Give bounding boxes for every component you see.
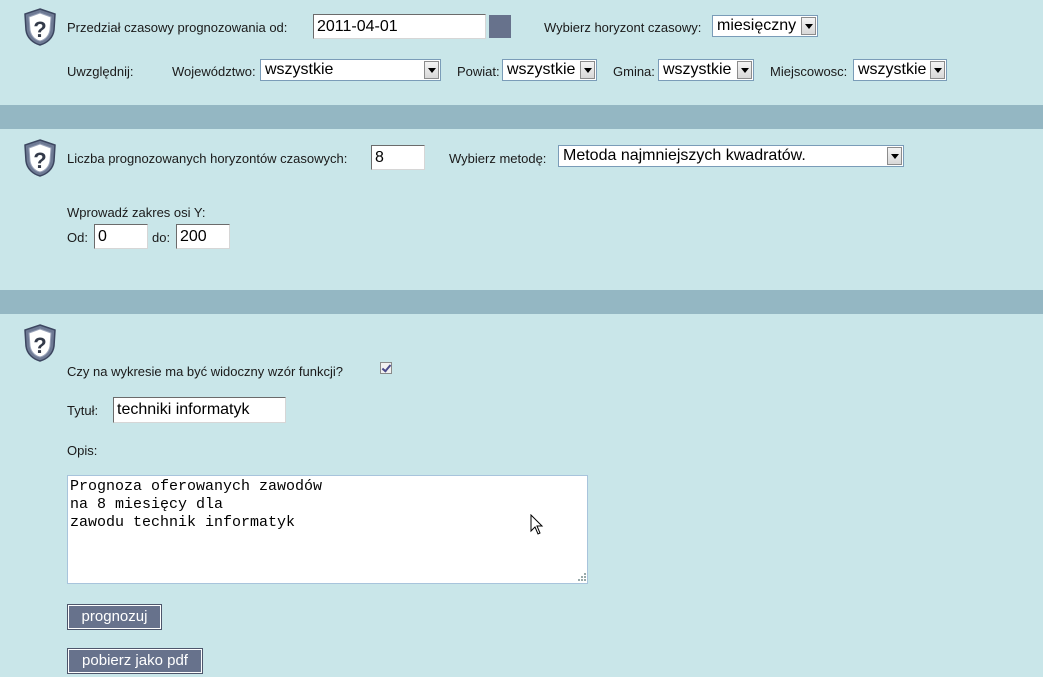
horizon-label: Wybierz horyzont czasowy:	[544, 20, 702, 35]
title-label: Tytuł:	[67, 403, 99, 418]
voivodeship-select[interactable]: wszystkie	[260, 59, 441, 81]
chevron-down-icon	[930, 61, 945, 79]
chevron-down-icon	[887, 147, 902, 165]
voivodeship-label: Województwo:	[172, 64, 256, 79]
range-label: Przedział czasowy prognozowania od:	[67, 20, 288, 35]
commune-select-value: wszystkie	[663, 61, 732, 78]
horizon-select-value: miesięczny	[717, 17, 797, 34]
count-input[interactable]	[371, 145, 425, 170]
date-input[interactable]	[313, 14, 486, 39]
help-icon[interactable]: ?	[23, 8, 57, 46]
chevron-down-icon	[801, 17, 816, 35]
svg-text:?: ?	[33, 148, 46, 173]
county-label: Powiat:	[457, 64, 500, 79]
y-to-input[interactable]	[176, 224, 230, 249]
calendar-button[interactable]	[489, 15, 511, 38]
locality-label: Miejscowosc:	[770, 64, 848, 79]
include-label: Uwzględnij:	[67, 64, 134, 79]
y-from-input[interactable]	[94, 224, 148, 249]
county-select-value: wszystkie	[507, 61, 576, 78]
locality-select[interactable]: wszystkie	[853, 59, 947, 81]
description-label: Opis:	[67, 443, 98, 458]
yrange-label: Wprowadź zakres osi Y:	[67, 205, 206, 220]
locality-select-value: wszystkie	[858, 61, 927, 78]
section-divider	[0, 105, 1043, 129]
voivodeship-select-value: wszystkie	[265, 61, 334, 78]
formula-label: Czy na wykresie ma być widoczny wzór fun…	[67, 364, 343, 379]
cursor-icon	[530, 514, 544, 535]
forecast-button[interactable]: prognozuj	[67, 604, 162, 630]
chevron-down-icon	[580, 61, 595, 79]
from-label: Od:	[67, 230, 88, 245]
svg-text:?: ?	[33, 333, 46, 358]
method-label: Wybierz metodę:	[449, 151, 547, 166]
formula-checkbox[interactable]	[380, 362, 392, 374]
description-textarea[interactable]	[67, 475, 588, 584]
svg-text:?: ?	[33, 17, 46, 42]
method-select-value: Metoda najmniejszych kwadratów.	[563, 147, 806, 164]
chevron-down-icon	[424, 61, 439, 79]
method-select[interactable]: Metoda najmniejszych kwadratów.	[558, 145, 904, 167]
download-pdf-button[interactable]: pobierz jako pdf	[67, 648, 203, 674]
help-icon[interactable]: ?	[23, 324, 57, 362]
county-select[interactable]: wszystkie	[502, 59, 597, 81]
title-input[interactable]	[113, 397, 286, 423]
commune-select[interactable]: wszystkie	[658, 59, 754, 81]
help-icon[interactable]: ?	[23, 139, 57, 177]
horizon-select[interactable]: miesięczny	[712, 15, 818, 37]
commune-label: Gmina:	[613, 64, 655, 79]
chevron-down-icon	[737, 61, 752, 79]
section-divider	[0, 290, 1043, 314]
count-label: Liczba prognozowanych horyzontów czasowy…	[67, 151, 348, 166]
resize-grip-icon[interactable]	[576, 571, 587, 582]
to-label: do:	[152, 230, 171, 245]
